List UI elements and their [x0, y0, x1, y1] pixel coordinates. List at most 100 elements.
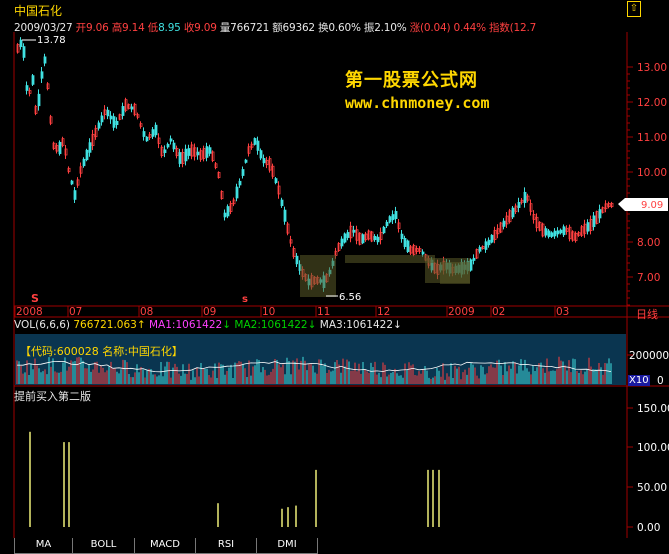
time-tick-label: 2008 — [16, 306, 43, 318]
vol-ma1: MA1:1061422 — [149, 319, 223, 331]
time-tick-label: 03 — [556, 306, 569, 318]
max-price-label: 13.78 — [37, 35, 66, 46]
candle-body — [172, 142, 176, 150]
sell-signal-2: s — [242, 294, 248, 305]
candle-body — [469, 259, 473, 271]
candle-body — [145, 136, 149, 142]
indicator-tick-label: 50.00 — [637, 482, 667, 494]
candle-body — [394, 211, 398, 219]
candle-body — [244, 159, 248, 163]
candle-body — [592, 215, 596, 228]
signal-bars — [29, 431, 440, 527]
candle-body — [586, 222, 590, 232]
candle-body — [385, 221, 389, 227]
candle-body — [262, 158, 266, 164]
price-tick-label: 13.00 — [637, 62, 667, 74]
indicator-title: 提前买入第二版 — [14, 390, 91, 403]
indicator-tabs: MA BOLL MACD RSI DMI — [0, 538, 669, 554]
time-tick-label: 07 — [69, 306, 82, 318]
volume-unit: X10 — [628, 375, 650, 386]
tab-dmi[interactable]: DMI — [256, 538, 318, 554]
time-tick-label: 02 — [492, 306, 505, 318]
time-tick-label: 10 — [262, 306, 275, 318]
candle-body — [166, 143, 170, 148]
candle-body — [142, 131, 146, 137]
tab-boll[interactable]: BOLL — [72, 538, 135, 554]
highlight-box — [300, 255, 336, 297]
candle-body — [406, 240, 410, 252]
candle-body — [253, 138, 257, 145]
candle-body — [259, 150, 263, 159]
candle-body — [472, 257, 476, 261]
candlesticks — [16, 37, 614, 292]
candle-body — [391, 214, 395, 221]
candle-body — [376, 236, 380, 243]
candle-body — [196, 151, 200, 156]
vol-value: 766721.063 — [73, 319, 137, 331]
candle-body — [484, 241, 488, 250]
price-tick-label: 12.00 — [637, 97, 667, 109]
volume-axis-top: 200000 — [629, 350, 669, 362]
candle-body — [550, 232, 554, 237]
candle-body — [169, 138, 173, 142]
candle-body — [43, 56, 47, 64]
candle-body — [88, 142, 92, 153]
candle-body — [223, 212, 227, 218]
tab-ma[interactable]: MA — [14, 538, 73, 554]
candle-body — [361, 234, 365, 244]
candle-body — [340, 238, 344, 247]
candle-body — [85, 149, 89, 161]
candle-body — [517, 202, 521, 208]
candle-body — [187, 148, 191, 156]
time-axis: 2008 07 08 09 10 11 12 2009 02 03 — [14, 306, 569, 318]
price-tick-label: 10.00 — [637, 167, 667, 179]
candle-body — [238, 180, 242, 186]
candle-body — [178, 152, 182, 164]
time-tick-label: 08 — [140, 306, 153, 318]
candle-body — [22, 46, 26, 58]
candle-body — [352, 229, 356, 233]
watermark-url: www.chnmoney.com — [345, 94, 490, 112]
candle-body — [154, 124, 158, 136]
vol-ma2: MA2:1061422 — [234, 319, 308, 331]
time-tick-label: 2009 — [448, 306, 475, 318]
candle-body — [547, 230, 551, 237]
sell-signal-1: S — [31, 292, 39, 305]
price-tick-label: 11.00 — [637, 132, 667, 144]
candle-body — [523, 191, 527, 204]
highlight-box — [440, 262, 470, 284]
candle-body — [403, 238, 407, 247]
candle-body — [130, 106, 134, 110]
candle-body — [511, 207, 515, 218]
watermark-title: 第一股票公式网 — [345, 70, 478, 91]
tab-rsi[interactable]: RSI — [195, 538, 257, 554]
candle-body — [70, 180, 74, 185]
vol-name: VOL(6,6,6) — [14, 319, 71, 331]
candle-body — [562, 226, 566, 236]
candle-body — [346, 232, 350, 238]
candle-body — [241, 169, 245, 176]
candle-body — [40, 71, 44, 79]
tab-macd[interactable]: MACD — [134, 538, 196, 554]
price-axis: 13.0012.0011.0010.009.008.007.00 — [627, 62, 667, 306]
candle-body — [121, 106, 125, 116]
candle-body — [280, 199, 284, 207]
candle-body — [226, 206, 230, 217]
candle-body — [421, 251, 425, 255]
candle-body — [235, 186, 239, 199]
candle-body — [37, 93, 41, 107]
stock-code-label: 【代码:600028 名称:中国石化】 — [20, 345, 183, 358]
candle-body — [544, 228, 548, 236]
candle-body — [82, 158, 86, 167]
vol-ma3: MA3:1061422 — [319, 319, 394, 331]
candle-body — [112, 116, 116, 128]
candle-body — [553, 230, 557, 237]
candle-body — [100, 115, 104, 123]
candle-body — [388, 216, 392, 223]
period-label[interactable]: 日线 — [636, 306, 658, 322]
candle-body — [556, 230, 560, 235]
candle-body — [295, 255, 299, 265]
time-tick-label: 09 — [203, 306, 216, 318]
chart-canvas[interactable]: 13.0012.0011.0010.009.008.007.00 2008070… — [0, 0, 669, 553]
indicator-tick-label: 100.00 — [637, 442, 669, 454]
